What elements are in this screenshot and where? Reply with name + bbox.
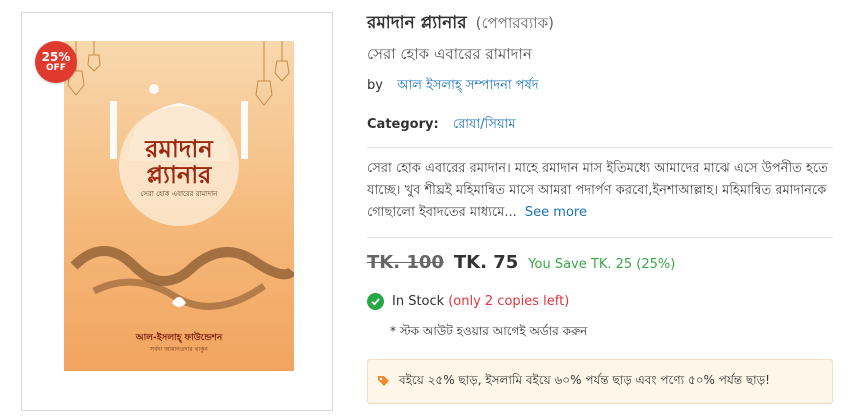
check-circle-icon <box>367 293 384 310</box>
divider <box>367 147 833 148</box>
you-save-text: You Save TK. 25 (25%) <box>528 257 676 272</box>
title-row: রমাদান প্ল্যানার (পেপারব্যাক) <box>367 10 554 38</box>
category-row: Category: রোযা/সিয়াম <box>367 115 516 136</box>
discount-off-label: OFF <box>46 63 66 73</box>
price-row: TK. 100 TK. 75 You Save TK. 25 (25%) <box>367 252 675 273</box>
description-text: সেরা হোক এবারের রমাদান। মাহে রমাদান মাস … <box>367 161 828 220</box>
see-more-link[interactable]: See more <box>525 205 587 220</box>
book-cover-image[interactable]: রমাদান প্ল্যানার সেরা হোক এবারের রামাদান… <box>64 41 294 371</box>
by-label: by <box>367 78 383 93</box>
discount-percent: 25% <box>41 50 71 64</box>
cover-publisher-sub: সর্বদা আমানতদার থাকুন <box>150 346 208 353</box>
lantern-icon <box>67 41 290 106</box>
discount-badge: 25% OFF <box>35 41 77 83</box>
book-title: রমাদান প্ল্যানার <box>367 13 467 33</box>
tag-icon <box>377 375 390 388</box>
divider <box>367 237 833 238</box>
offer-text: বইয়ে ২৫% ছাড়, ইসলামি বইয়ে ৬০% পর্যন্ত… <box>399 372 770 387</box>
old-price: TK. 100 <box>367 252 444 273</box>
category-link[interactable]: রোযা/সিয়াম <box>453 117 516 132</box>
cover-title: রমাদান প্ল্যানার সেরা হোক এবারের রামাদান <box>64 136 294 200</box>
stock-status: In Stock (only 2 copies left) <box>367 293 569 310</box>
book-subtitle: সেরা হোক এবারের রামাদান <box>367 45 532 63</box>
offer-banner: বইয়ে ২৫% ছাড়, ইসলামি বইয়ে ৬০% পর্যন্ত… <box>367 359 833 404</box>
book-description: সেরা হোক এবারের রমাদান। মাহে রমাদান মাস … <box>367 158 833 224</box>
author-link[interactable]: আল ইসলাহ্ সম্পাদনা পর্ষদ <box>397 78 538 93</box>
cover-title-line2: প্ল্যানার <box>146 160 212 189</box>
cover-tagline: সেরা হোক এবারের রামাদান <box>140 190 218 198</box>
in-stock-label: In Stock <box>392 294 445 309</box>
new-price: TK. 75 <box>453 252 519 273</box>
stock-note: * স্টক আউট হওয়ার আগেই অর্ডার করুন <box>390 324 588 338</box>
book-format: (পেপারব্যাক) <box>475 14 554 32</box>
cover-publisher: আল-ইসলাহ্ ফাউন্ডেশন <box>135 333 223 343</box>
copies-left-label: (only 2 copies left) <box>448 294 570 309</box>
cover-artwork <box>67 41 294 310</box>
cover-title-line1: রমাদান <box>145 134 213 163</box>
author-row: by আল ইসলাহ্ সম্পাদনা পর্ষদ <box>367 76 539 97</box>
category-label: Category: <box>367 117 439 132</box>
